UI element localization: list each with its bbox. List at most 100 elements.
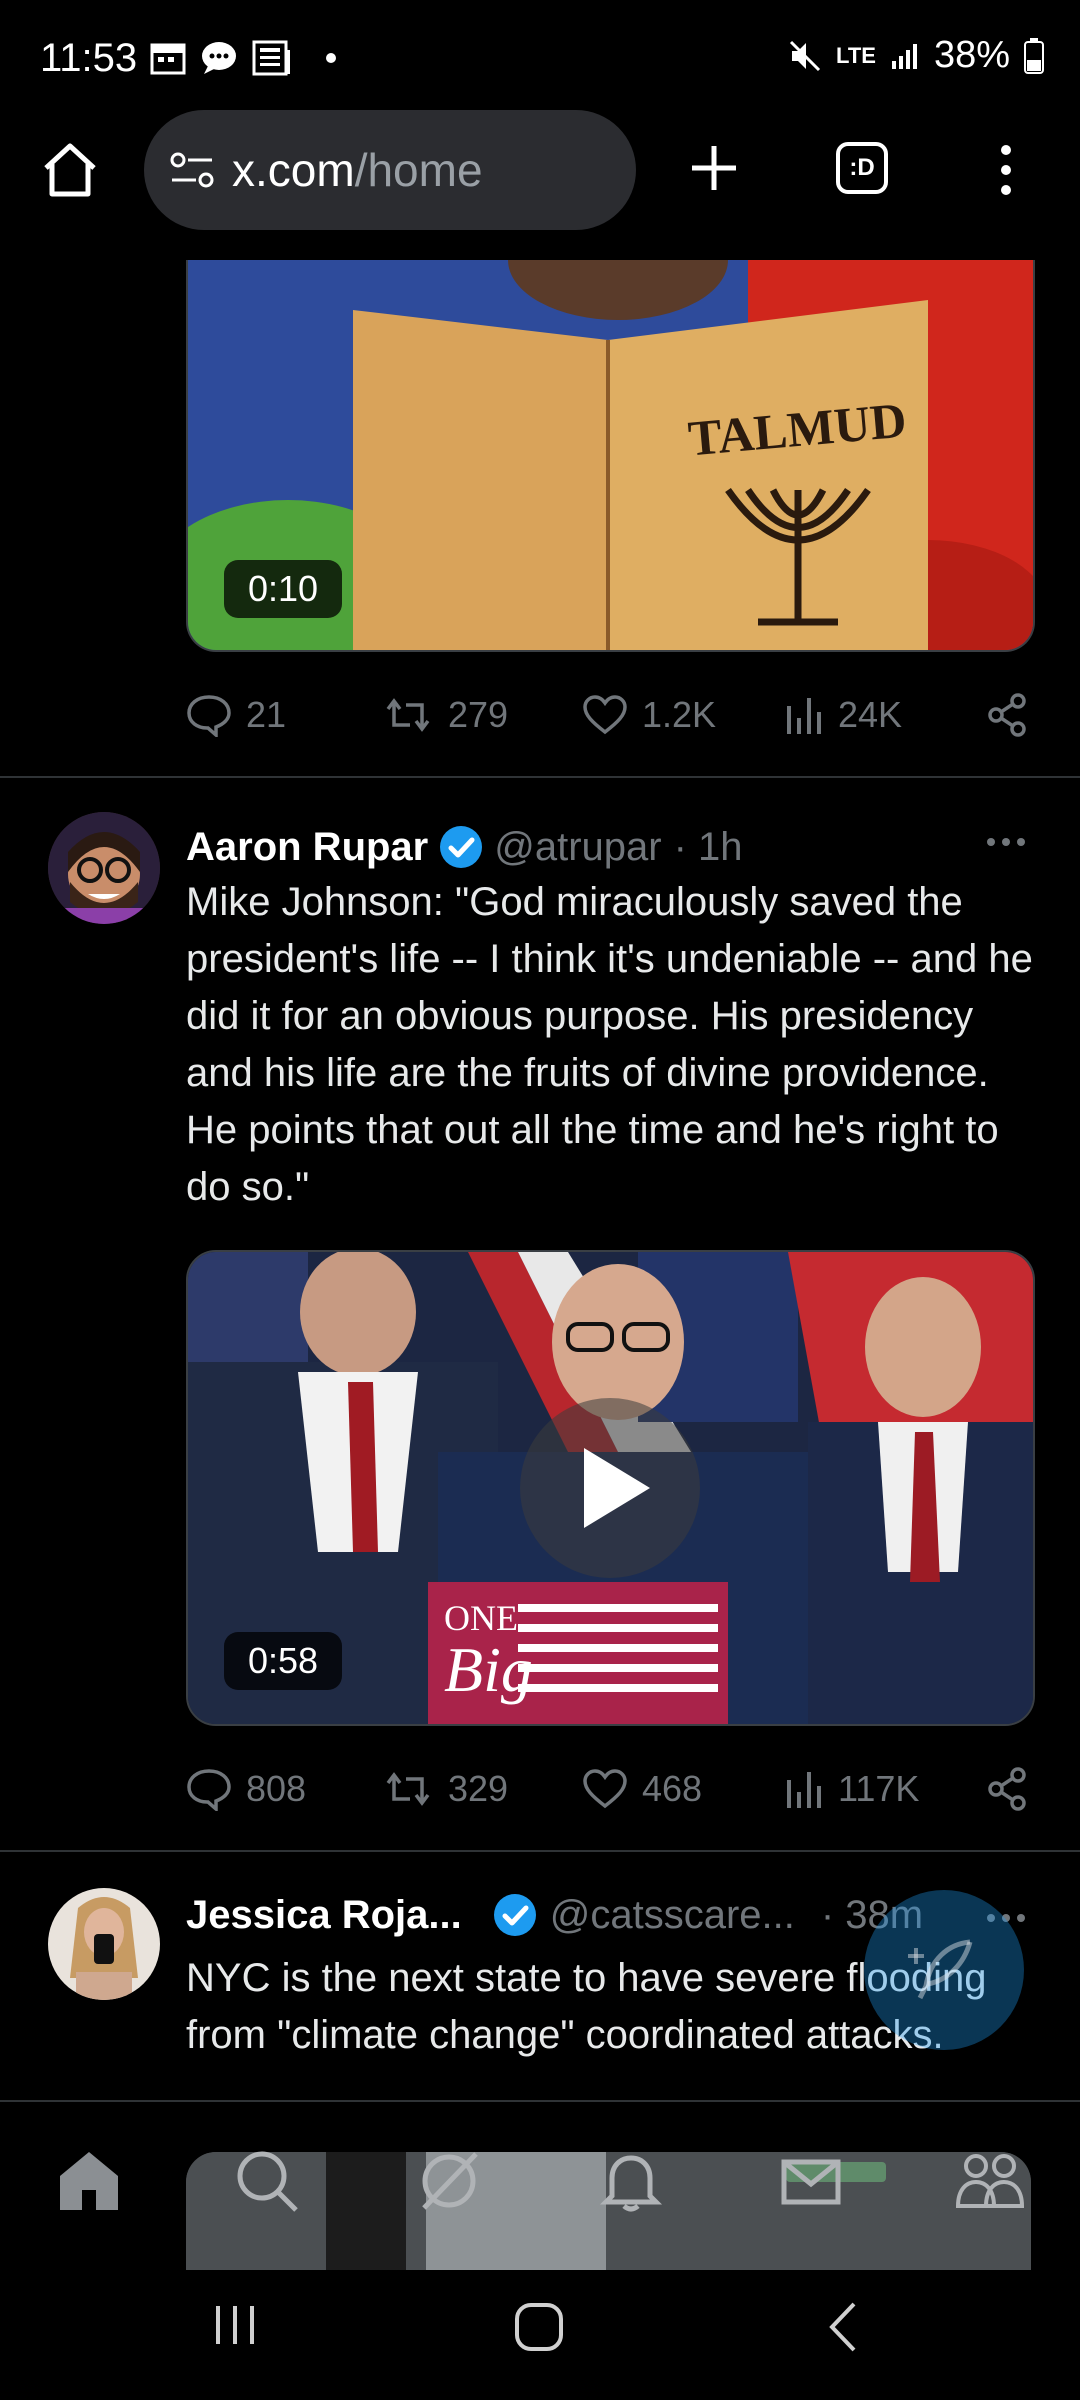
share-button[interactable] [986, 693, 1028, 737]
repost-count: 329 [448, 1768, 509, 1809]
like-button[interactable]: 1.2K [582, 694, 784, 736]
views-count: 24K [838, 694, 903, 735]
video-duration: 0:58 [224, 1632, 343, 1690]
more-vertical-icon [1001, 145, 1011, 195]
author-name[interactable]: Aaron Rupar [186, 825, 428, 870]
url-path: /home [354, 144, 483, 196]
signal-icon [891, 43, 917, 69]
nav-home[interactable] [56, 2148, 122, 2214]
more-options-icon[interactable] [986, 836, 1026, 848]
avatar-image [48, 1888, 160, 2000]
tweet2-header: Aaron Rupar @atrupar · 1h [186, 824, 743, 870]
chat-icon [202, 42, 236, 74]
nav-communities[interactable] [954, 2148, 1026, 2214]
back-button[interactable] [824, 2300, 864, 2354]
tab-switcher-button[interactable]: :D [836, 142, 888, 194]
search-icon [237, 2151, 298, 2212]
compose-feather-icon [908, 1939, 973, 2000]
repost-count: 279 [448, 694, 509, 735]
tab-switcher-label: :D [849, 154, 875, 181]
like-button[interactable]: 468 [582, 1768, 784, 1810]
chevron-left-icon [829, 2302, 856, 2352]
nav-grok[interactable] [416, 2148, 482, 2214]
home-system-button[interactable] [512, 2300, 566, 2354]
share-icon [988, 1767, 1026, 1811]
tweet-text: Mike Johnson: "God miraculously saved th… [186, 880, 1033, 1209]
address-bar[interactable]: x.com/home [144, 110, 636, 230]
nav-notifications[interactable] [598, 2148, 664, 2214]
views-icon [787, 1772, 821, 1808]
browser-toolbar: x.com/home :D [0, 110, 1080, 260]
share-button[interactable] [986, 1767, 1028, 1811]
reply-icon [187, 695, 231, 737]
heart-icon [583, 695, 627, 735]
repost-button[interactable]: 329 [382, 1768, 582, 1810]
network-label: LTE [836, 42, 876, 68]
news-icon [252, 40, 290, 76]
battery-icon [1024, 37, 1044, 74]
reply-button[interactable]: 21 [186, 693, 382, 737]
home-square-icon [515, 2303, 563, 2351]
avatar[interactable] [48, 812, 160, 924]
views-icon [787, 698, 821, 734]
avatar[interactable] [48, 1888, 160, 2000]
repost-icon [386, 698, 430, 732]
bottom-navigation [0, 2100, 1080, 2272]
system-navigation-bar [0, 2270, 1080, 2400]
podium-sign-line1: ONE [444, 1598, 518, 1638]
communities-icon [955, 2154, 1025, 2208]
recent-apps-icon [216, 2306, 254, 2344]
browser-menu-button[interactable] [996, 144, 1016, 196]
repost-button[interactable]: 279 [382, 694, 582, 736]
views-count: 117K [838, 1768, 920, 1809]
site-settings-icon[interactable] [168, 150, 216, 190]
tweet2-video[interactable]: ONE Big 0:58 [186, 1250, 1035, 1726]
verified-badge-icon [493, 1894, 536, 1936]
grok-icon [422, 2152, 478, 2210]
tweet-time[interactable]: · 1h [674, 825, 743, 870]
status-right: LTE 38% [788, 34, 1044, 77]
heart-icon [583, 1769, 627, 1809]
reply-icon [187, 1769, 231, 1811]
tweet1-video[interactable]: TALMUD 0:10 [186, 260, 1035, 652]
home-button[interactable] [40, 142, 100, 198]
tweet2-actions: 808 329 468 117K [186, 1754, 1031, 1824]
views-button[interactable]: 24K [784, 694, 986, 736]
reply-count: 808 [246, 1768, 307, 1809]
home-icon [44, 143, 96, 197]
notification-icons [150, 40, 336, 76]
timeline-feed: TALMUD 0:10 21 279 1.2K 24K Aaron Rupar … [0, 260, 1080, 2100]
dot-icon [326, 53, 336, 63]
share-icon [988, 693, 1026, 737]
new-tab-button[interactable] [688, 142, 740, 194]
tweet-divider [0, 776, 1080, 778]
mail-icon [781, 2159, 841, 2205]
tweet-divider [0, 1850, 1080, 1852]
calendar-icon [150, 43, 186, 75]
verified-badge-icon [440, 826, 483, 868]
compose-button[interactable] [864, 1890, 1024, 2050]
url-text: x.com/home [232, 143, 483, 197]
author-handle[interactable]: @catsscare... [550, 1893, 795, 1938]
reply-count: 21 [246, 694, 287, 735]
author-name[interactable]: Jessica Roja... [186, 1893, 462, 1938]
tweet1-actions: 21 279 1.2K 24K [186, 680, 1031, 750]
repost-icon [386, 1772, 430, 1806]
recent-apps-button[interactable] [210, 2300, 260, 2350]
status-time: 11:53 [40, 36, 138, 80]
battery-percent: 38% [933, 34, 1010, 76]
like-count: 1.2K [642, 694, 717, 735]
nav-search[interactable] [234, 2148, 300, 2214]
video-duration: 0:10 [224, 560, 343, 618]
reply-button[interactable]: 808 [186, 1767, 382, 1811]
tweet3-header: Jessica Roja... @catsscare... · 38m [186, 1892, 923, 1938]
nav-messages[interactable] [778, 2148, 844, 2214]
status-bar: 11:53 LTE 38% [0, 0, 1080, 110]
author-handle[interactable]: @atrupar [494, 825, 661, 870]
views-button[interactable]: 117K [784, 1768, 986, 1810]
bell-icon [599, 2155, 663, 2212]
home-icon [60, 2152, 118, 2210]
like-count: 468 [642, 1768, 703, 1809]
mute-icon [789, 40, 821, 71]
podium-sign-line2: Big [444, 1634, 533, 1705]
